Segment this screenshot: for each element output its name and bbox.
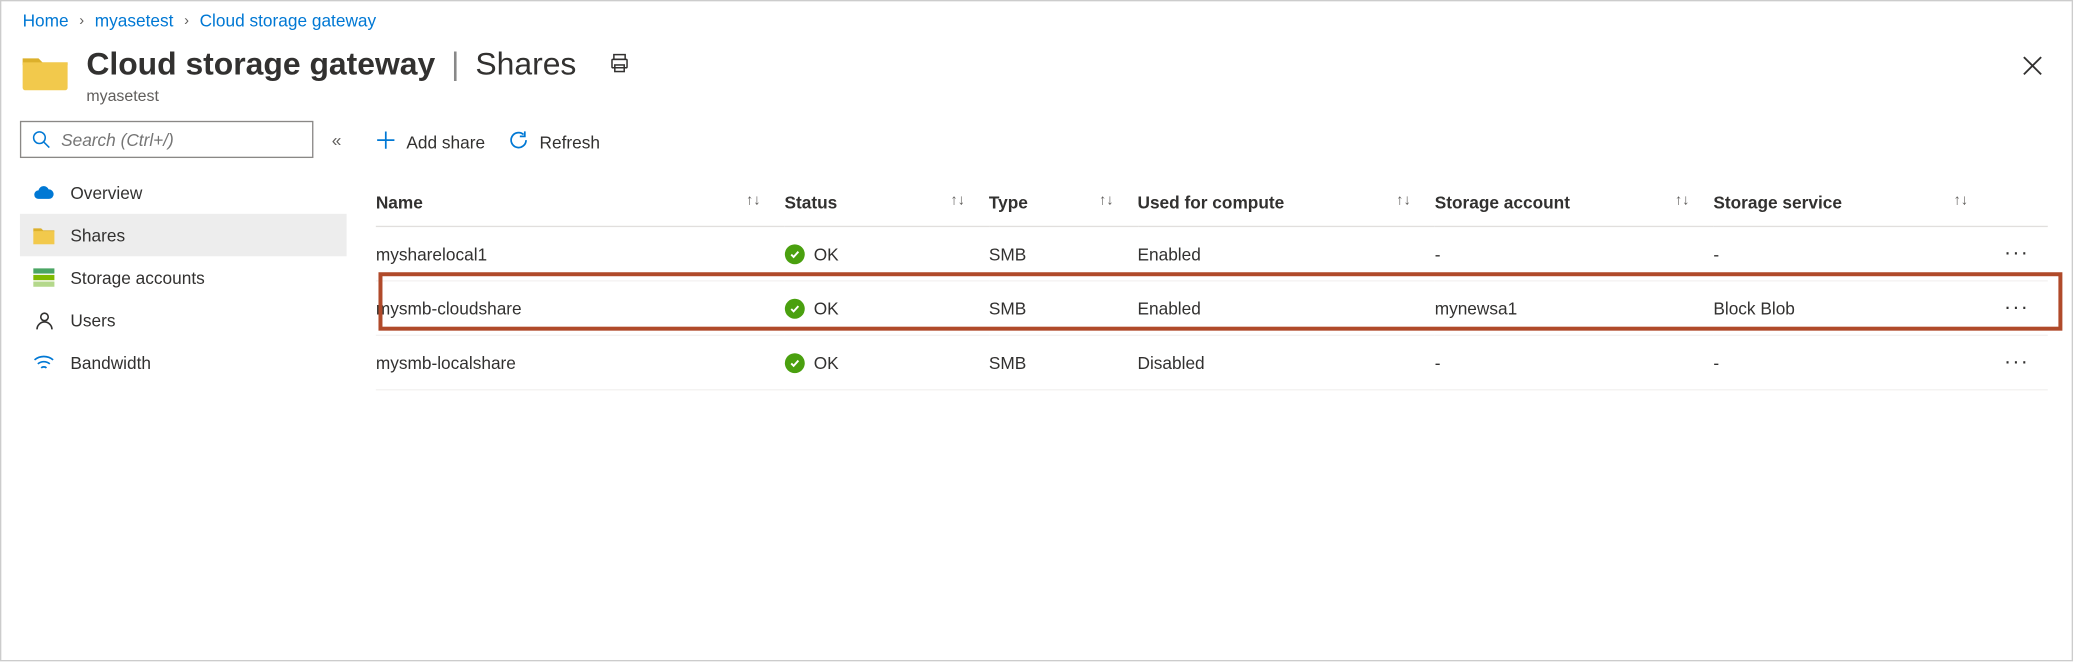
sidebar-item-bandwidth[interactable]: Bandwidth bbox=[20, 341, 347, 383]
plus-icon bbox=[376, 130, 396, 154]
sidebar-item-users[interactable]: Users bbox=[20, 299, 347, 341]
cell-name: mysmb-cloudshare bbox=[376, 281, 785, 335]
cell-account: - bbox=[1435, 335, 1714, 389]
table-row[interactable]: mysharelocal1OKSMBEnabled--··· bbox=[376, 226, 2048, 280]
cell-compute: Disabled bbox=[1137, 335, 1434, 389]
col-header-account[interactable]: Storage account↑↓ bbox=[1435, 179, 1714, 226]
cell-status: OK bbox=[785, 281, 989, 335]
cell-status: OK bbox=[785, 335, 989, 389]
cell-type: SMB bbox=[989, 281, 1138, 335]
status-ok-icon bbox=[785, 298, 805, 318]
col-header-service[interactable]: Storage service↑↓ bbox=[1713, 179, 1992, 226]
add-share-label: Add share bbox=[406, 132, 485, 152]
sidebar-item-label: Users bbox=[70, 310, 115, 330]
status-ok-icon bbox=[785, 244, 805, 264]
add-share-button[interactable]: Add share bbox=[376, 130, 485, 154]
row-menu-button[interactable]: ··· bbox=[1992, 281, 2048, 335]
search-icon bbox=[32, 130, 51, 149]
breadcrumb-home[interactable]: Home bbox=[23, 11, 69, 31]
sort-icon: ↑↓ bbox=[746, 193, 761, 209]
page-subtitle: myasetest bbox=[86, 86, 2050, 105]
sidebar-item-storage-accounts[interactable]: Storage accounts bbox=[20, 256, 347, 298]
sort-icon: ↑↓ bbox=[1953, 193, 1968, 209]
close-button[interactable] bbox=[2023, 54, 2043, 82]
folder-icon bbox=[33, 224, 54, 245]
cell-name: mysmb-localshare bbox=[376, 335, 785, 389]
breadcrumb: Home › myasetest › Cloud storage gateway bbox=[1, 1, 2071, 36]
collapse-sidebar-button[interactable]: « bbox=[326, 124, 346, 155]
storage-icon bbox=[33, 267, 54, 288]
sidebar-item-label: Storage accounts bbox=[70, 268, 204, 288]
page-title: Cloud storage gateway | Shares bbox=[86, 46, 2050, 83]
col-header-name[interactable]: Name↑↓ bbox=[376, 179, 785, 226]
chevron-right-icon: › bbox=[184, 13, 189, 29]
row-menu-button[interactable]: ··· bbox=[1992, 335, 2048, 389]
refresh-icon bbox=[509, 130, 529, 154]
sort-icon: ↑↓ bbox=[950, 193, 965, 209]
sort-icon: ↑↓ bbox=[1396, 193, 1411, 209]
cell-account: mynewsa1 bbox=[1435, 281, 1714, 335]
breadcrumb-blade[interactable]: Cloud storage gateway bbox=[200, 11, 377, 31]
sidebar-item-label: Shares bbox=[70, 225, 125, 245]
cell-service: - bbox=[1713, 335, 1992, 389]
sort-icon: ↑↓ bbox=[1099, 193, 1114, 209]
row-menu-button[interactable]: ··· bbox=[1992, 226, 2048, 280]
sort-icon: ↑↓ bbox=[1675, 193, 1690, 209]
cell-name: mysharelocal1 bbox=[376, 226, 785, 280]
col-header-compute[interactable]: Used for compute↑↓ bbox=[1137, 179, 1434, 226]
search-input[interactable] bbox=[61, 129, 301, 149]
chevron-right-icon: › bbox=[79, 13, 84, 29]
cell-type: SMB bbox=[989, 335, 1138, 389]
page-title-main: Cloud storage gateway bbox=[86, 46, 435, 83]
refresh-button[interactable]: Refresh bbox=[509, 130, 600, 154]
print-icon[interactable] bbox=[608, 46, 631, 83]
cell-compute: Enabled bbox=[1137, 226, 1434, 280]
table-row[interactable]: mysmb-cloudshareOKSMBEnabledmynewsa1Bloc… bbox=[376, 281, 2048, 335]
title-separator: | bbox=[451, 46, 459, 83]
cell-type: SMB bbox=[989, 226, 1138, 280]
col-header-type[interactable]: Type↑↓ bbox=[989, 179, 1138, 226]
status-ok-icon bbox=[785, 353, 805, 373]
cloud-icon bbox=[33, 182, 54, 203]
sidebar-item-overview[interactable]: Overview bbox=[20, 171, 347, 213]
col-header-status[interactable]: Status↑↓ bbox=[785, 179, 989, 226]
cell-account: - bbox=[1435, 226, 1714, 280]
breadcrumb-resource[interactable]: myasetest bbox=[95, 11, 174, 31]
cell-service: - bbox=[1713, 226, 1992, 280]
page-title-section: Shares bbox=[475, 46, 576, 83]
sidebar-item-label: Overview bbox=[70, 183, 142, 203]
folder-icon bbox=[23, 52, 68, 92]
wifi-icon bbox=[33, 352, 54, 373]
person-icon bbox=[33, 309, 54, 330]
sidebar-item-shares[interactable]: Shares bbox=[20, 214, 347, 256]
table-row[interactable]: mysmb-localshareOKSMBDisabled--··· bbox=[376, 335, 2048, 389]
cell-service: Block Blob bbox=[1713, 281, 1992, 335]
shares-table: Name↑↓ Status↑↓ Type↑↓ Used for compute↑… bbox=[376, 179, 2048, 390]
sidebar-item-label: Bandwidth bbox=[70, 353, 151, 373]
cell-status: OK bbox=[785, 226, 989, 280]
search-input-wrapper[interactable] bbox=[20, 121, 313, 158]
cell-compute: Enabled bbox=[1137, 281, 1434, 335]
refresh-label: Refresh bbox=[540, 132, 600, 152]
